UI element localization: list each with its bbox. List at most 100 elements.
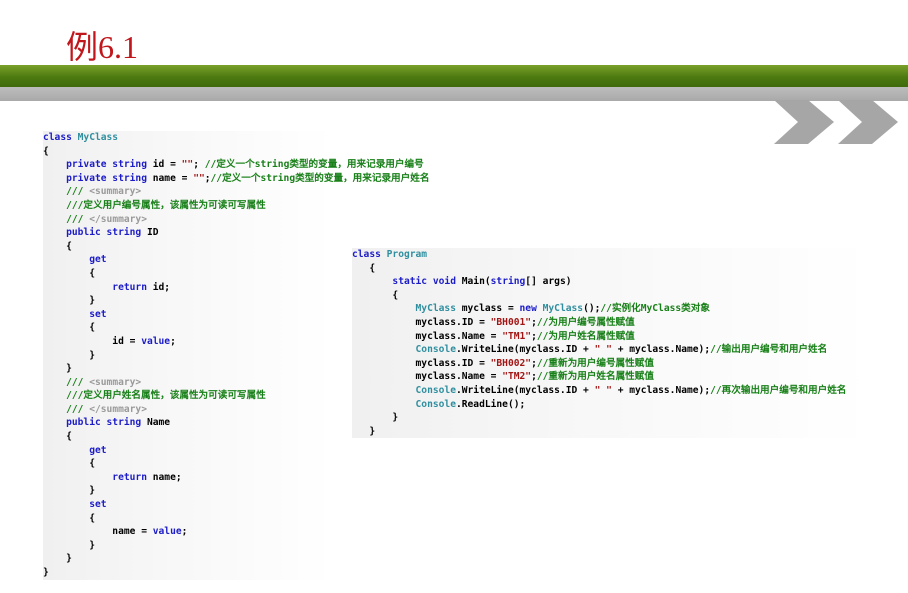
code-line: /// <summary>: [43, 375, 333, 390]
code-token: {: [352, 289, 399, 301]
code-block-myclass: class MyClass { private string id = ""; /…: [43, 131, 429, 580]
code-token: Console: [352, 344, 456, 356]
code-token: ///: [43, 213, 90, 225]
code-token: </summary>: [89, 213, 147, 225]
code-token: name =: [43, 526, 153, 538]
code-line: static void Main(string[] args): [352, 275, 872, 289]
code-token: class: [43, 132, 78, 143]
code-token: {: [43, 458, 95, 470]
code-token: myclass.ID =: [352, 316, 491, 328]
code-token: ///: [43, 186, 90, 198]
code-line: ///定义用户编号属性，该属性为可读可写属性: [43, 198, 333, 213]
code-token: + myclass.Name);: [611, 384, 711, 396]
code-token: ID: [146, 227, 159, 239]
code-token: public string: [43, 227, 147, 239]
code-line: {: [43, 239, 333, 254]
code-token: public string: [43, 417, 147, 429]
code-line: {: [43, 430, 333, 444]
code-token: "TM1": [502, 330, 532, 342]
code-token: return: [43, 471, 153, 483]
code-token: private string: [43, 172, 153, 184]
code-token: //定义一个string类型的变量，用来记录用户姓名: [210, 172, 430, 184]
code-token: Main(: [461, 276, 491, 288]
code-line: /// <summary>: [43, 185, 333, 199]
code-line: private string id = ""; //定义一个string类型的变…: [43, 158, 424, 172]
code-token: ///: [43, 403, 90, 415]
code-line: myclass.ID = "BH001";//为用户编号属性赋值: [352, 315, 872, 330]
code-token: + myclass.Name);: [611, 344, 711, 356]
code-token: name =: [152, 172, 194, 184]
code-token: MyClass: [77, 132, 119, 143]
code-line: private string name = "";//定义一个string类型的…: [43, 171, 429, 186]
code-token: ;: [193, 159, 205, 171]
code-line: }: [43, 294, 333, 308]
code-line: class Program: [352, 248, 872, 262]
code-token: }: [43, 553, 72, 565]
code-line: id = value;: [43, 334, 333, 349]
code-token: //定义一个string类型的变量，用来记录用户编号: [204, 159, 424, 171]
code-token: set: [43, 308, 107, 320]
code-token: value: [152, 526, 182, 538]
code-line: return name;: [43, 470, 333, 485]
code-token: id =: [152, 159, 182, 171]
code-token: <summary>: [89, 376, 142, 388]
code-token: " ": [594, 384, 612, 396]
code-token: "BH001": [490, 316, 532, 328]
code-token: "": [193, 172, 205, 184]
code-line: set: [43, 498, 333, 512]
code-line: }: [352, 411, 872, 425]
code-token: //重新为用户编号属性赋值: [536, 357, 654, 369]
code-token: Name: [146, 417, 171, 429]
code-line: }: [43, 348, 333, 363]
code-token: ///定义用户姓名属性，该属性为可读可写属性: [43, 390, 266, 402]
code-token: myclass =: [461, 303, 520, 315]
code-line: class MyClass: [43, 131, 333, 145]
code-token: myclass.Name =: [352, 330, 503, 342]
code-token: myclass.ID =: [352, 357, 491, 369]
code-token: id =: [43, 335, 142, 347]
code-token: class: [352, 249, 387, 260]
code-token: string: [490, 276, 526, 288]
code-token: id;: [152, 281, 171, 293]
code-line: }: [43, 484, 333, 499]
code-token: //再次输出用户编号和用户姓名: [710, 384, 847, 396]
slide-title: 例6.1: [66, 29, 139, 65]
code-token: //为用户编号属性赋值: [536, 316, 635, 328]
code-token: value: [141, 335, 171, 347]
code-token: //为用户姓名属性赋值: [536, 330, 635, 342]
code-token: .ReadLine();: [455, 398, 526, 410]
code-token: myclass.Name =: [352, 371, 503, 383]
code-line: }: [43, 538, 333, 553]
code-line: set: [43, 307, 333, 322]
code-token: }: [352, 425, 376, 437]
chevron-right-icon: [838, 100, 898, 144]
code-line: }: [352, 424, 872, 439]
code-line: {: [43, 457, 333, 471]
code-token: }: [43, 539, 95, 551]
code-line: {: [43, 266, 333, 281]
code-line: }: [43, 362, 333, 376]
header-bar-gray: [0, 87, 908, 101]
code-line: {: [352, 261, 872, 276]
code-token: ///: [43, 376, 90, 388]
chevron-right-icon: [774, 100, 834, 144]
code-line: {: [43, 511, 333, 526]
code-line: }: [43, 552, 333, 566]
header-bar-green: [0, 65, 908, 87]
code-line: myclass.Name = "TM2";//重新为用户姓名属性赋值: [352, 370, 872, 384]
code-line: name = value;: [43, 525, 333, 539]
code-token: }: [43, 295, 95, 307]
code-token: new: [519, 303, 543, 315]
code-token: static void: [352, 276, 462, 288]
code-token: //实例化MyClass类对象: [600, 303, 710, 315]
code-line: MyClass myclass = new MyClass();//实例化MyC…: [352, 302, 872, 316]
code-token: return: [43, 281, 153, 293]
code-token: [] args): [525, 276, 572, 288]
code-token: {: [43, 267, 95, 279]
code-token: "": [181, 159, 194, 171]
code-line: myclass.Name = "TM1";//为用户姓名属性赋值: [352, 329, 872, 344]
code-token: {: [43, 431, 72, 443]
code-token: }: [352, 412, 399, 424]
code-line: public string Name: [43, 416, 333, 431]
code-token: }: [43, 363, 72, 375]
